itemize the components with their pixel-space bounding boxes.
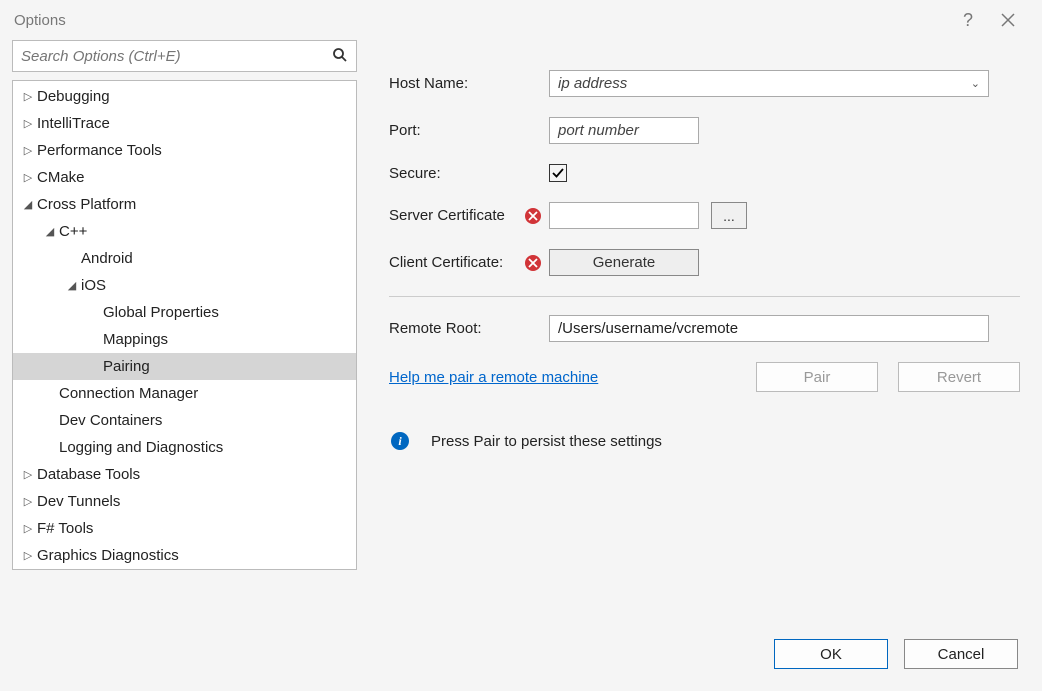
options-tree[interactable]: ▷Debugging▷IntelliTrace▷Performance Tool… [12,80,357,570]
tree-item-label: iOS [81,277,106,294]
client-cert-label: Client Certificate: [389,254,523,271]
host-name-combo[interactable]: ip address ⌄ [549,70,989,97]
secure-label: Secure: [389,165,549,182]
tree-item-cmake[interactable]: ▷CMake [13,164,356,191]
twisty-closed-icon: ▷ [21,90,35,103]
tree-item-ios[interactable]: ◢iOS [13,272,356,299]
twisty-closed-icon: ▷ [21,144,35,157]
tree-item-label: Logging and Diagnostics [59,439,223,456]
divider [389,296,1020,297]
tree-item-connection-manager[interactable]: Connection Manager [13,380,356,407]
port-input[interactable]: port number [549,117,699,144]
revert-button[interactable]: Revert [898,362,1020,392]
tree-item-label: IntelliTrace [37,115,110,132]
tree-item-label: Dev Containers [59,412,162,429]
close-button[interactable] [988,0,1028,40]
port-label: Port: [389,122,549,139]
port-value: port number [558,122,639,139]
window-title: Options [14,12,948,29]
tree-item-label: CMake [37,169,85,186]
tree-item-debugging[interactable]: ▷Debugging [13,83,356,110]
titlebar: Options ? [0,0,1042,40]
tree-item-cross-platform[interactable]: ◢Cross Platform [13,191,356,218]
tree-item-label: Graphics Diagnostics [37,547,179,564]
tree-item-global-properties[interactable]: Global Properties [13,299,356,326]
info-icon: i [391,432,409,450]
chevron-down-icon: ⌄ [971,77,980,90]
server-cert-label: Server Certificate [389,207,523,224]
search-icon [332,47,348,66]
tree-item-intellitrace[interactable]: ▷IntelliTrace [13,110,356,137]
cancel-button[interactable]: Cancel [904,639,1018,669]
ok-button[interactable]: OK [774,639,888,669]
secure-checkbox[interactable] [549,164,567,182]
twisty-closed-icon: ▷ [21,117,35,130]
tree-item-label: Global Properties [103,304,219,321]
twisty-closed-icon: ▷ [21,468,35,481]
tree-item-database-tools[interactable]: ▷Database Tools [13,461,356,488]
pairing-panel: Host Name: ip address ⌄ Port: port numbe… [369,40,1030,570]
tree-item-label: Performance Tools [37,142,162,159]
tree-item-f-tools[interactable]: ▷F# Tools [13,515,356,542]
browse-server-cert-button[interactable]: ... [711,202,747,229]
tree-item-dev-containers[interactable]: Dev Containers [13,407,356,434]
check-icon [551,166,565,180]
twisty-closed-icon: ▷ [21,522,35,535]
search-input[interactable] [21,48,332,65]
help-pair-link[interactable]: Help me pair a remote machine [389,369,736,386]
client-cert-error-icon [523,255,543,271]
host-name-value: ip address [558,75,627,92]
tree-item-label: Cross Platform [37,196,136,213]
generate-button[interactable]: Generate [549,249,699,276]
close-icon [1001,13,1015,27]
twisty-open-icon: ◢ [43,225,57,238]
remote-root-value: /Users/username/vcremote [558,320,738,337]
twisty-open-icon: ◢ [65,279,79,292]
tree-item-label: Dev Tunnels [37,493,120,510]
search-input-wrap[interactable] [12,40,357,72]
tree-item-mappings[interactable]: Mappings [13,326,356,353]
twisty-closed-icon: ▷ [21,495,35,508]
server-cert-input[interactable] [549,202,699,229]
tree-item-android[interactable]: Android [13,245,356,272]
tree-item-label: F# Tools [37,520,93,537]
remote-root-input[interactable]: /Users/username/vcremote [549,315,989,342]
tree-item-performance-tools[interactable]: ▷Performance Tools [13,137,356,164]
tree-item-label: Debugging [37,88,110,105]
tree-item-c-[interactable]: ◢C++ [13,218,356,245]
tree-item-label: Mappings [103,331,168,348]
tree-item-pairing[interactable]: Pairing [13,353,356,380]
host-name-label: Host Name: [389,75,549,92]
server-cert-error-icon [523,208,543,224]
help-button[interactable]: ? [948,0,988,40]
tree-item-label: C++ [59,223,87,240]
tree-item-label: Pairing [103,358,150,375]
remote-root-label: Remote Root: [389,320,549,337]
tree-item-graphics-diagnostics[interactable]: ▷Graphics Diagnostics [13,542,356,569]
tree-item-dev-tunnels[interactable]: ▷Dev Tunnels [13,488,356,515]
twisty-closed-icon: ▷ [21,549,35,562]
info-text: Press Pair to persist these settings [431,433,662,450]
twisty-closed-icon: ▷ [21,171,35,184]
pair-button[interactable]: Pair [756,362,878,392]
tree-item-label: Database Tools [37,466,140,483]
tree-item-label: Android [81,250,133,267]
tree-item-label: Connection Manager [59,385,198,402]
twisty-open-icon: ◢ [21,198,35,211]
tree-item-logging-and-diagnostics[interactable]: Logging and Diagnostics [13,434,356,461]
